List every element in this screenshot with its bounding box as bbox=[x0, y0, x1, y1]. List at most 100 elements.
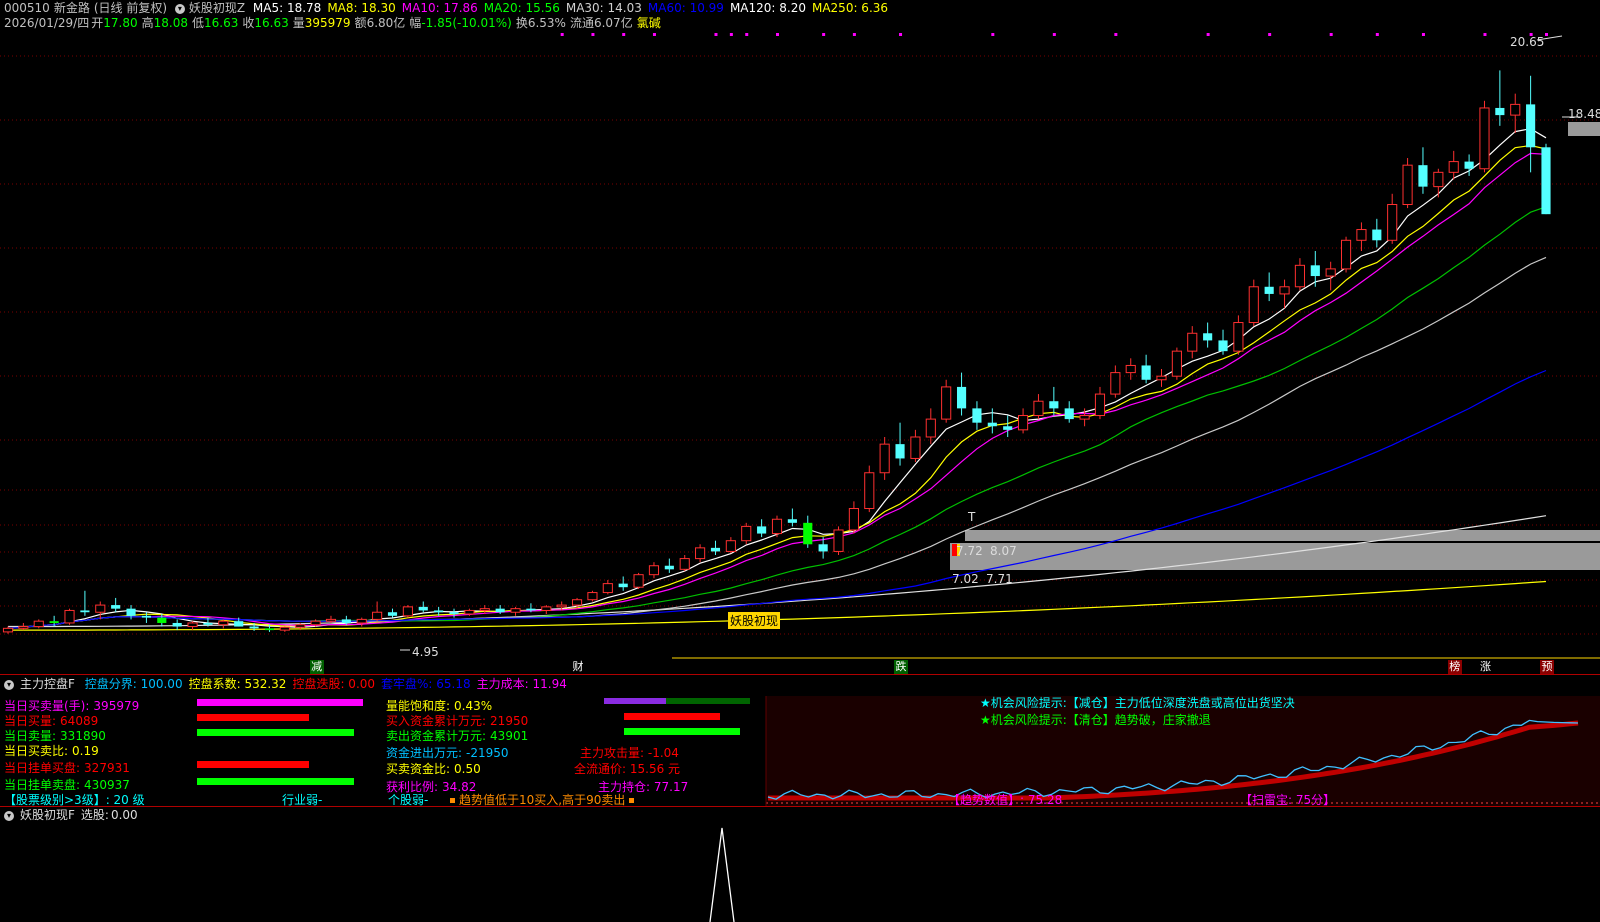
candle[interactable] bbox=[387, 608, 398, 618]
candle[interactable] bbox=[602, 580, 613, 595]
candle[interactable] bbox=[1187, 326, 1198, 359]
candle[interactable] bbox=[111, 597, 121, 613]
candle[interactable] bbox=[325, 615, 337, 623]
candle[interactable] bbox=[1402, 158, 1413, 209]
candle-body bbox=[80, 610, 90, 613]
quote-sector[interactable]: 氯碱 bbox=[637, 16, 661, 30]
candle[interactable] bbox=[1233, 315, 1244, 355]
candle[interactable] bbox=[618, 576, 628, 591]
candle[interactable] bbox=[710, 540, 721, 556]
candle[interactable] bbox=[1510, 93, 1521, 133]
panel2-mid-value: 43901 bbox=[490, 729, 529, 743]
candle[interactable] bbox=[1340, 236, 1352, 273]
candle[interactable] bbox=[725, 537, 736, 554]
candle[interactable] bbox=[679, 555, 690, 572]
candle[interactable] bbox=[864, 465, 875, 513]
candle[interactable] bbox=[757, 519, 767, 538]
panel2-left-label: 当日挂单买盘: bbox=[4, 761, 81, 775]
candle[interactable] bbox=[1264, 272, 1274, 302]
candle[interactable] bbox=[218, 619, 229, 629]
panel3-settings-icon[interactable]: ▾ bbox=[4, 810, 14, 821]
top-dot bbox=[591, 33, 595, 36]
zone-high-label: 8.07 bbox=[990, 544, 1017, 558]
candle[interactable] bbox=[1526, 75, 1536, 173]
period-label[interactable]: (日线 前复权) bbox=[94, 1, 167, 15]
candle[interactable] bbox=[803, 515, 813, 548]
candle[interactable] bbox=[1294, 258, 1305, 291]
candle[interactable] bbox=[956, 372, 967, 416]
candle[interactable] bbox=[1018, 408, 1029, 434]
candle[interactable] bbox=[172, 619, 182, 631]
candle[interactable] bbox=[833, 526, 844, 556]
event-marker-3[interactable]: 榜 bbox=[1447, 660, 1462, 674]
candle[interactable] bbox=[587, 590, 598, 602]
candle[interactable] bbox=[1448, 150, 1459, 180]
event-marker-4[interactable]: 涨 bbox=[1478, 660, 1493, 674]
panel2-item-0: 控盘分界: 100.00 bbox=[84, 677, 183, 691]
candle[interactable] bbox=[1125, 358, 1136, 380]
candle[interactable] bbox=[1372, 218, 1382, 248]
candle[interactable] bbox=[1141, 354, 1151, 384]
stock-name[interactable]: 新金路 bbox=[54, 1, 90, 15]
candle[interactable] bbox=[541, 605, 552, 615]
indicator-settings-icon[interactable]: ▾ bbox=[174, 3, 185, 14]
candle[interactable] bbox=[80, 590, 90, 616]
candle[interactable] bbox=[1495, 70, 1505, 126]
event-marker-2[interactable]: 跌 bbox=[894, 660, 909, 674]
event-marker-1[interactable]: 财 bbox=[571, 660, 586, 674]
candle[interactable] bbox=[910, 429, 921, 463]
candle[interactable] bbox=[848, 501, 859, 534]
stock-code[interactable]: 000510 bbox=[4, 1, 50, 15]
candle[interactable] bbox=[1218, 329, 1228, 355]
candle[interactable] bbox=[279, 626, 290, 632]
panel3-name[interactable]: 妖股初现F bbox=[20, 808, 75, 822]
candle[interactable] bbox=[1156, 369, 1167, 387]
candle[interactable] bbox=[787, 508, 797, 527]
candle[interactable] bbox=[1171, 347, 1182, 380]
candle[interactable] bbox=[1203, 322, 1213, 348]
candle[interactable] bbox=[925, 408, 936, 445]
candle[interactable] bbox=[987, 408, 997, 434]
candle[interactable] bbox=[64, 608, 75, 625]
panel2-settings-icon[interactable]: ▾ bbox=[4, 679, 14, 690]
panel2-mid-value: 0.43% bbox=[454, 699, 493, 713]
candle[interactable] bbox=[1094, 386, 1106, 420]
candle[interactable] bbox=[1418, 147, 1428, 194]
candle[interactable] bbox=[187, 621, 198, 631]
panel2-name[interactable]: 主力控盘F bbox=[20, 677, 75, 691]
candle[interactable] bbox=[1248, 279, 1259, 327]
candle[interactable] bbox=[1003, 415, 1013, 437]
candle[interactable] bbox=[1110, 365, 1121, 398]
event-marker-0[interactable]: 减 bbox=[309, 660, 324, 674]
candle-body bbox=[1402, 164, 1413, 206]
indicator-name[interactable]: 妖股初现Z bbox=[189, 1, 245, 15]
candle[interactable] bbox=[1064, 401, 1074, 423]
event-marker-5[interactable]: 预 bbox=[1540, 660, 1554, 674]
candle[interactable] bbox=[941, 379, 952, 423]
candle[interactable] bbox=[1049, 386, 1059, 416]
candle[interactable] bbox=[633, 572, 644, 589]
candle[interactable] bbox=[972, 401, 982, 430]
candle[interactable] bbox=[1387, 193, 1398, 244]
candle[interactable] bbox=[402, 605, 413, 618]
candle[interactable] bbox=[648, 562, 660, 579]
candle[interactable] bbox=[1433, 168, 1444, 198]
candle[interactable] bbox=[33, 619, 44, 629]
candle[interactable] bbox=[1479, 100, 1490, 173]
candle[interactable] bbox=[1356, 222, 1367, 252]
candle[interactable] bbox=[418, 601, 428, 613]
candle[interactable] bbox=[372, 601, 383, 622]
candle[interactable] bbox=[771, 515, 783, 538]
candle[interactable] bbox=[1541, 143, 1551, 215]
candle[interactable] bbox=[879, 436, 890, 480]
candle[interactable] bbox=[1033, 394, 1044, 420]
candle[interactable] bbox=[1325, 261, 1336, 291]
candle[interactable] bbox=[510, 606, 521, 616]
candle[interactable] bbox=[695, 544, 706, 563]
candle[interactable] bbox=[741, 522, 752, 545]
candle[interactable] bbox=[18, 622, 29, 631]
candle[interactable] bbox=[95, 601, 106, 620]
candle[interactable] bbox=[664, 558, 674, 573]
candle[interactable] bbox=[895, 422, 905, 466]
candle[interactable] bbox=[356, 617, 367, 627]
